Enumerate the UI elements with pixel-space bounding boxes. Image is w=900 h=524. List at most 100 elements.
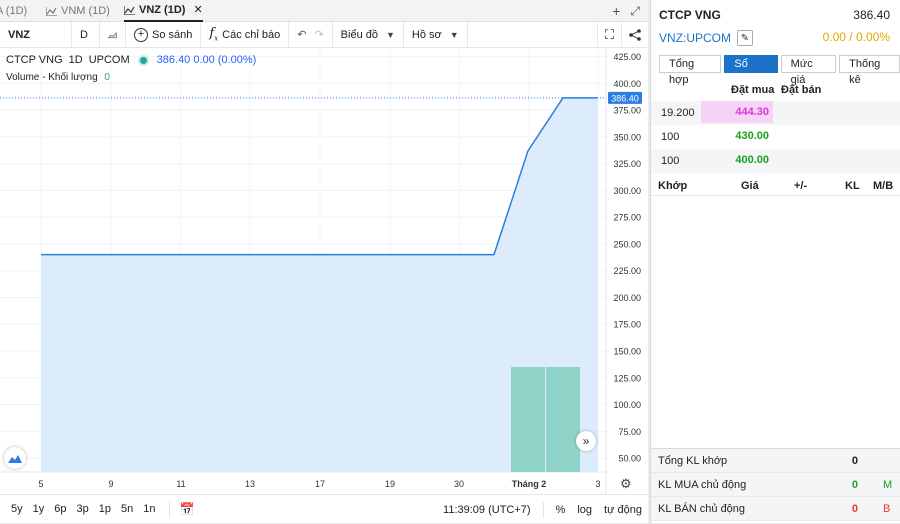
indicators-label: Các chỉ báo: [222, 28, 281, 41]
y-tick-label: 50.00: [618, 454, 641, 464]
company-title: CTCP VNG: [659, 8, 721, 22]
col-kl: KL: [845, 180, 860, 192]
bid-price[interactable]: 400.00: [701, 149, 773, 171]
range-1p-button[interactable]: 1p: [94, 503, 116, 515]
indicators-button[interactable]: fx Các chỉ báo: [201, 21, 290, 48]
log-toggle[interactable]: log: [577, 504, 592, 516]
tab-tong-hop[interactable]: Tổng hợp: [659, 55, 722, 86]
bid-price[interactable]: 444.30: [701, 101, 773, 123]
scroll-right-button[interactable]: »: [576, 431, 596, 451]
divider: [168, 501, 170, 517]
ask-header: Đặt bán: [781, 84, 822, 96]
profile-menu-button[interactable]: Hồ sơ ▼: [404, 21, 468, 48]
pencil-icon[interactable]: ✎: [737, 30, 753, 46]
divider: [542, 501, 544, 518]
x-tick-label: Tháng 2: [512, 479, 547, 489]
expand-icon[interactable]: ⤢: [630, 4, 640, 19]
bid-volume: 19.200: [661, 107, 695, 119]
col-mb: M/B: [873, 180, 894, 192]
redo-icon[interactable]: ↷: [314, 28, 323, 41]
compare-button[interactable]: + So sánh: [126, 21, 202, 48]
market-status-dot: [139, 56, 147, 64]
x-tick-label: 3: [595, 479, 600, 489]
tab-chart-vnm[interactable]: VNM (1D): [46, 0, 110, 22]
x-tick-label: 13: [245, 479, 255, 489]
tab-thong-ke[interactable]: Thống kê: [839, 55, 900, 86]
volume-value: 0: [104, 72, 110, 83]
volume-bar: [546, 367, 580, 472]
range-1n-button[interactable]: 1n: [138, 503, 160, 515]
close-icon[interactable]: ✕: [193, 0, 202, 21]
legend-exchange: UPCOM: [88, 54, 130, 66]
undo-redo: ↶ ↷: [289, 21, 333, 48]
chevron-down-icon: ▼: [385, 29, 395, 40]
bid-price[interactable]: 430.00: [701, 125, 773, 147]
share-icon: [629, 29, 641, 41]
function-icon: fx: [209, 26, 219, 43]
bid-header: Đặt mua: [731, 84, 775, 96]
auto-toggle[interactable]: tự động: [604, 504, 642, 516]
tab-muc-gia[interactable]: Mức giá: [780, 55, 837, 86]
symbol-label: VNZ: [8, 28, 30, 41]
undo-icon[interactable]: ↶: [297, 28, 306, 41]
fullscreen-icon: ⛶: [604, 27, 614, 42]
go-to-date-icon[interactable]: 📅: [180, 502, 195, 516]
y-tick-label: 200.00: [613, 293, 641, 303]
x-tick-label: 11: [176, 479, 185, 489]
settings-button[interactable]: ⚙: [620, 476, 632, 492]
y-tick-label: 225.00: [613, 266, 641, 276]
price-change: 0.00 / 0.00%: [822, 30, 890, 44]
share-button[interactable]: [621, 22, 648, 48]
summary-value: 0: [851, 503, 858, 515]
summary-tag: B: [883, 503, 891, 515]
add-tab-icon[interactable]: +: [612, 3, 620, 19]
symbol-link[interactable]: VNZ:UPCOM: [659, 31, 731, 45]
y-tick-label: 75.00: [618, 427, 641, 437]
area-chart-icon: [108, 31, 117, 38]
chart-toolbar: VNZ D + So sánh fx Các chỉ báo ↶ ↷ Biểu …: [0, 21, 648, 48]
tab-label: A (1D): [0, 5, 28, 17]
match-summary: Tổng KL khớp 0 KL MUA chủ động 0 M KL BÁN chủ…: [651, 448, 900, 521]
volume-legend: Volume - Khối lượng 0: [6, 72, 110, 83]
legend-price: 386.40 0.00 (0.00%): [156, 54, 257, 66]
y-tick-label: 175.00: [613, 320, 641, 330]
panel-tabs: Tổng hợp Sổ lệnh Mức giá Thống kê: [659, 55, 900, 86]
price-chart[interactable]: 425.00400.00375.00350.00325.00300.00275.…: [0, 48, 648, 494]
legend-name: CTCP VNG: [6, 54, 63, 66]
orderbook-header: Đặt mua Đặt bán: [651, 84, 900, 100]
interval-button[interactable]: D: [72, 21, 100, 48]
tab-so-lenh[interactable]: Sổ lệnh: [724, 55, 778, 86]
bid-volume: 100: [661, 131, 680, 143]
chart-menu-button[interactable]: Biểu đồ ▼: [333, 21, 404, 48]
range-1y-button[interactable]: 1y: [28, 503, 50, 515]
range-5n-button[interactable]: 5n: [116, 503, 138, 515]
trades-header: Khớp Giá +/- KL M/B: [651, 180, 900, 196]
chart-tabbar: A (1D) VNM (1D) VNZ (1D) ✕ + ⤢: [0, 0, 648, 22]
tab-chart-1[interactable]: A (1D): [0, 0, 27, 22]
y-tick-label: 400.00: [613, 79, 641, 89]
tab-label: VNZ (1D): [139, 4, 186, 16]
summary-value: 0: [851, 455, 858, 467]
range-5y-button[interactable]: 5y: [6, 503, 28, 515]
summary-label: Tổng KL khớp: [658, 455, 728, 467]
range-6p-button[interactable]: 6p: [49, 503, 71, 515]
range-3p-button[interactable]: 3p: [72, 503, 94, 515]
chart-style-button[interactable]: [100, 21, 126, 48]
legend-interval: 1D: [68, 54, 83, 66]
y-tick-label: 325.00: [613, 159, 641, 169]
summary-label: KL BÁN chủ động: [658, 503, 746, 515]
orderbook-row: 19.200 444.30: [651, 101, 900, 125]
y-tick-label: 250.00: [613, 239, 641, 249]
x-tick-label: 30: [454, 479, 464, 489]
plus-circle-icon: +: [134, 27, 148, 42]
y-tick-label: 375.00: [613, 106, 641, 116]
chart-menu-label: Biểu đồ: [340, 28, 378, 41]
volume-label: Volume - Khối lượng: [6, 72, 98, 83]
summary-tag: M: [883, 479, 893, 491]
fullscreen-button[interactable]: ⛶: [596, 22, 621, 48]
percent-toggle[interactable]: %: [556, 504, 566, 516]
y-tick-label: 275.00: [613, 213, 641, 223]
y-tick-label: 300.00: [613, 186, 641, 196]
tab-chart-vnz[interactable]: VNZ (1D) ✕: [124, 0, 203, 22]
symbol-search[interactable]: VNZ: [0, 21, 72, 48]
